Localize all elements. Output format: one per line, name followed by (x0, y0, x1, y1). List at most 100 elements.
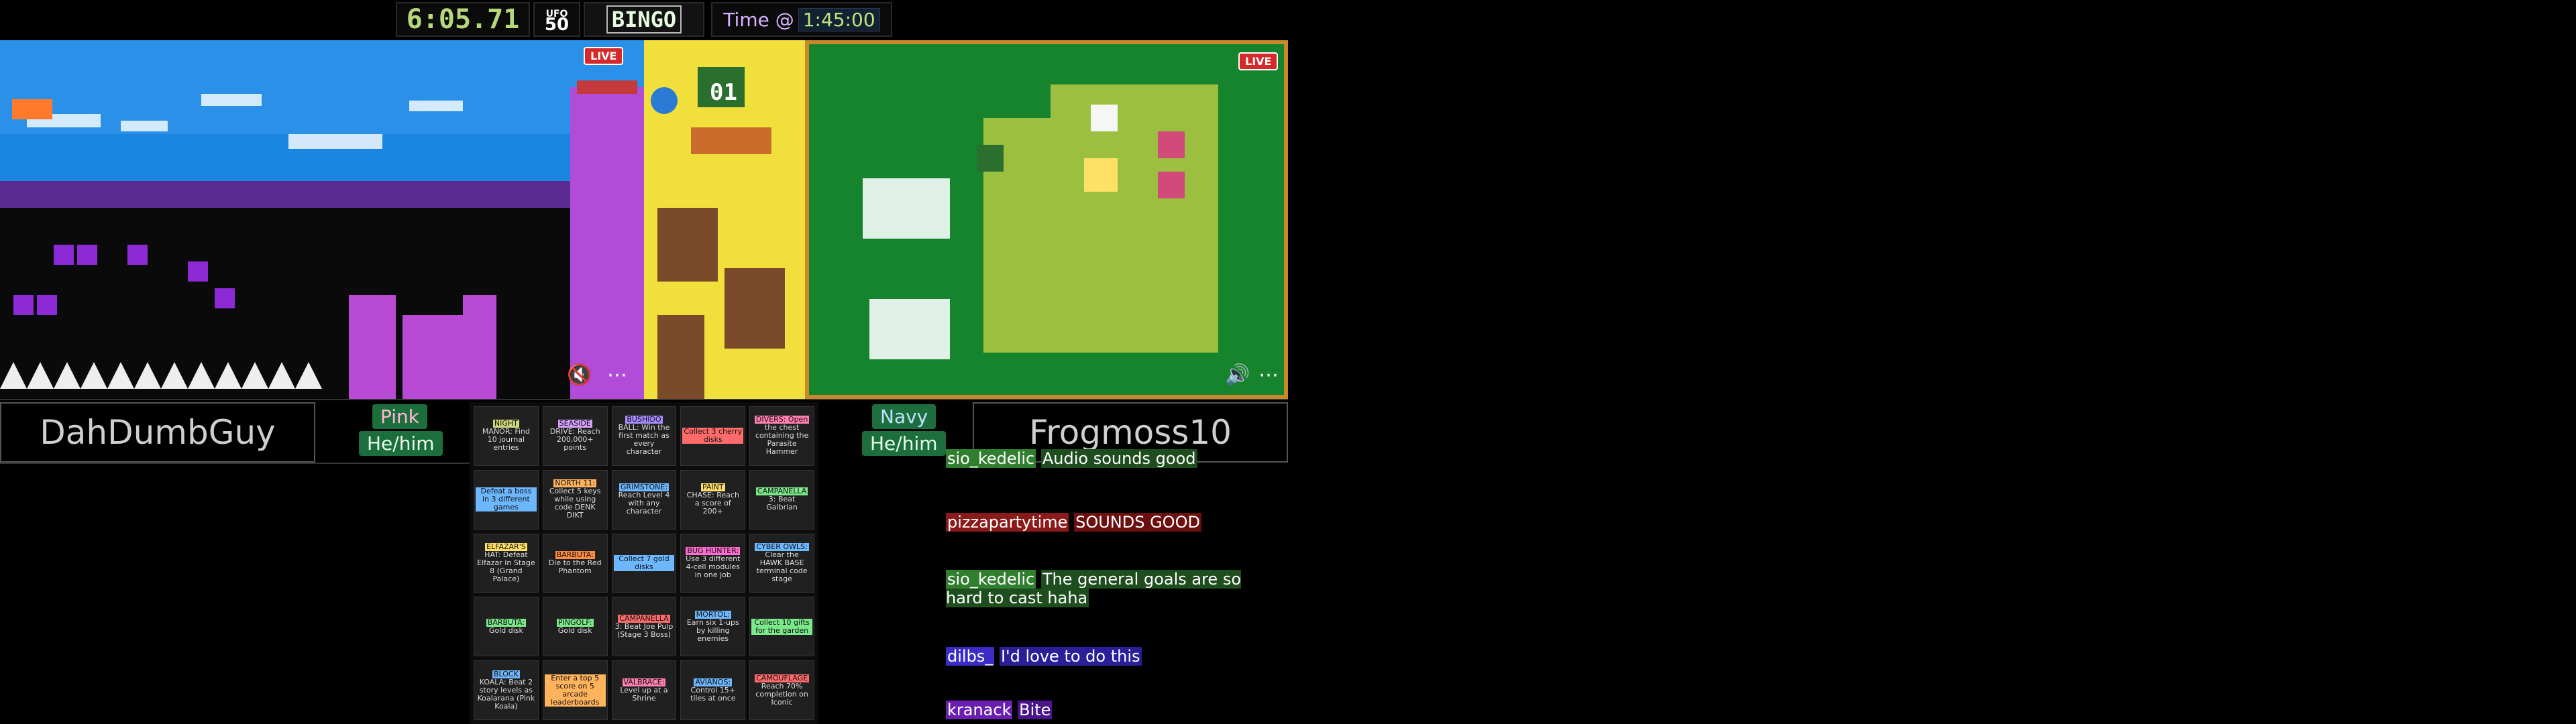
logo-line-2: 50 (544, 15, 570, 35)
bingo-cell-text: KOALA: Beat 2 story levels as Koalarana … (476, 678, 537, 711)
divider-left (0, 463, 470, 464)
bingo-cell-title: MORTOL: (694, 609, 731, 619)
bingo-cell-text: Collect 10 gifts for the garden (751, 618, 812, 635)
bingo-cell-title: VALBRACE: (622, 677, 666, 686)
player-name-left: DahDumbGuy (40, 413, 276, 452)
ufo50-logo: UFO 50 (533, 2, 580, 37)
game-view-right: LIVE 🔊 ⋯ (805, 40, 1288, 399)
bingo-cell[interactable]: GRIMSTONE: Reach Level 4 with any charact… (611, 469, 677, 530)
bingo-cell-title: CAMOUFLAGE (755, 673, 810, 682)
bingo-cell[interactable]: DIVERS: Open the chest containing the Par… (749, 406, 814, 466)
chat-user: sio_kedelic (946, 449, 1036, 468)
chat-user: pizzapartytime (946, 513, 1069, 532)
bingo-cell-text: Clear the HAWK BASE terminal code stage (751, 550, 812, 583)
bingo-cell-text: Collect 7 gold disks (613, 554, 675, 571)
chat-message-4: dilbs_ I'd love to do this (946, 647, 1281, 666)
bingo-cell-text: Die to the Red Phantom (544, 558, 606, 575)
bingo-cell[interactable]: PINGOLF: Gold disk (542, 597, 608, 657)
chat-text: I'd love to do this (999, 647, 1142, 666)
chat-message-2: pizzapartytime SOUNDS GOOD (946, 513, 1281, 532)
bingo-cell-text: HAT: Defeat Elfazar in Stage 8 (Grand Pa… (476, 550, 537, 583)
bingo-cell-text: 3: Beat Joe Pulp (Stage 3 Boss) (613, 622, 675, 639)
bingo-cell-text: Enter a top 5 score on 5 arcade leaderbo… (544, 674, 606, 707)
chat-user: sio_kedelic (946, 570, 1036, 589)
bingo-cell-text: Collect 5 keys while using code DENK DIK… (544, 487, 606, 520)
bingo-cell-text: MANOR: Find 10 journal entries (476, 428, 537, 452)
bingo-cell[interactable]: BARBUTA: Die to the Red Phantom (542, 533, 608, 593)
race-time: Time @ 1:45:00 (711, 2, 892, 37)
bingo-cell[interactable]: CAMOUFLAGE Reach 70% completion on Iconic (749, 660, 814, 720)
divider-top (0, 399, 1288, 400)
volume-icon[interactable]: 🔊 (1225, 363, 1250, 387)
player-color-left: Pink (372, 404, 428, 429)
bingo-cell-text: BALL: Win the first match as every chara… (613, 424, 675, 457)
chat-message-5: kranack Bite (946, 701, 1281, 719)
bingo-cell[interactable]: BARBUTA: Gold disk (474, 597, 539, 657)
bingo-cell[interactable]: NIGHT MANOR: Find 10 journal entries (474, 406, 539, 466)
bingo-title-text: BINGO (606, 5, 682, 34)
more-options-icon-2[interactable]: ⋯ (1258, 363, 1279, 387)
chat-panel: sio_kedelic Audio sounds good pizzaparty… (946, 449, 1281, 724)
bingo-cell-title: AVIANOS: (694, 677, 733, 686)
bingo-cell[interactable]: Collect 10 gifts for the garden (749, 597, 814, 657)
bingo-cell[interactable]: CYBER OWLS: Clear the HAWK BASE terminal … (749, 533, 814, 593)
middle-counter: 01 (710, 79, 737, 106)
bingo-cell[interactable]: PAINT CHASE: Reach a score of 200+ (680, 469, 746, 530)
player-pronouns-left: He/him (359, 431, 443, 456)
bingo-cell[interactable]: Collect 7 gold disks (611, 533, 677, 593)
bingo-cell[interactable]: BUSHIDO BALL: Win the first match as ever… (611, 406, 677, 466)
chat-text: Bite (1018, 701, 1053, 719)
bingo-cell[interactable]: Enter a top 5 score on 5 arcade leaderbo… (542, 660, 608, 720)
bingo-cell[interactable]: CAMPANELLA 3: Beat Joe Pulp (Stage 3 Boss… (611, 597, 677, 657)
chat-message-1: sio_kedelic Audio sounds good (946, 449, 1281, 468)
bingo-cell[interactable]: VALBRACE: Level up at a Shrine (611, 660, 677, 720)
bingo-cell[interactable]: Collect 3 cherry disks (680, 406, 746, 466)
bingo-cell-text: Defeat a boss in 3 different games (476, 487, 537, 512)
chat-text: SOUNDS GOOD (1074, 513, 1201, 532)
bingo-cell-text: Gold disk (556, 625, 594, 635)
game-view-middle: 01 (644, 40, 805, 399)
race-time-value: 1:45:00 (798, 7, 880, 32)
live-badge-right: LIVE (1238, 52, 1279, 70)
bingo-cell-text: Control 15+ tiles at once (682, 686, 744, 703)
run-timer: 6:05.71 (396, 2, 530, 37)
bingo-cell-text: DRIVE: Reach 200,000+ points (544, 428, 606, 452)
bingo-cell-text: 3: Beat Galbrian (751, 495, 812, 512)
bingo-cell-title: BLOCK (492, 669, 520, 678)
game-left-scene (0, 40, 644, 399)
top-bar: 6:05.71 UFO 50 BINGO Time @ 1:45:00 (396, 0, 892, 40)
bingo-cell-title: PINGOLF: (556, 617, 594, 627)
bingo-cell-text: Gold disk (487, 625, 525, 635)
bingo-cell[interactable]: AVIANOS: Control 15+ tiles at once (680, 660, 746, 720)
player-name-right: Frogmoss10 (1029, 413, 1232, 452)
bingo-board: NIGHT MANOR: Find 10 journal entries SEASI… (470, 402, 818, 724)
bingo-cell[interactable]: NORTH 11: Collect 5 keys while using code… (542, 469, 608, 530)
chat-user: kranack (946, 701, 1013, 719)
bingo-cell[interactable]: CAMPANELLA 3: Beat Galbrian (749, 469, 814, 530)
bingo-cell[interactable]: ELFAZAR'S HAT: Defeat Elfazar in Stage 8 … (474, 533, 539, 593)
bingo-cell-text: Earn six 1-ups by killing enemies (682, 618, 744, 643)
race-time-label: Time @ (723, 8, 794, 31)
player-color-right: Navy (872, 404, 936, 429)
chat-message-3: sio_kedelic The general goals are so har… (946, 570, 1281, 607)
mute-icon[interactable]: 🔇 (567, 363, 592, 387)
chat-user: dilbs_ (946, 647, 995, 666)
bingo-cell[interactable]: Defeat a boss in 3 different games (474, 469, 539, 530)
bingo-cell-text: Reach Level 4 with any character (613, 491, 675, 516)
more-options-icon[interactable]: ⋯ (607, 363, 627, 387)
bingo-cell[interactable]: BLOCK KOALA: Beat 2 story levels as Koala… (474, 660, 539, 720)
live-badge-left: LIVE (584, 47, 624, 65)
bingo-cell-title: BARBUTA: (486, 617, 526, 627)
bingo-cell[interactable]: SEASIDE DRIVE: Reach 200,000+ points (542, 406, 608, 466)
bingo-cell-text: Use 3 different 4-cell modules in one jo… (682, 554, 744, 579)
chat-text: Audio sounds good (1040, 449, 1197, 468)
game-view-left: LIVE 🔇 ⋯ (0, 40, 644, 399)
run-timer-value: 6:05.71 (406, 4, 520, 35)
bingo-cell-text: Level up at a Shrine (613, 686, 675, 703)
bingo-cell[interactable]: BUG HUNTER: Use 3 different 4-cell module… (680, 533, 746, 593)
bingo-cell-text: Collect 3 cherry disks (682, 427, 744, 444)
bingo-cell-text: CHASE: Reach a score of 200+ (682, 491, 744, 516)
bingo-cell-title: CAMPANELLA (618, 613, 670, 623)
bingo-cell[interactable]: MORTOL: Earn six 1-ups by killing enemies (680, 597, 746, 657)
player-nameplate-left: DahDumbGuy (0, 402, 315, 463)
